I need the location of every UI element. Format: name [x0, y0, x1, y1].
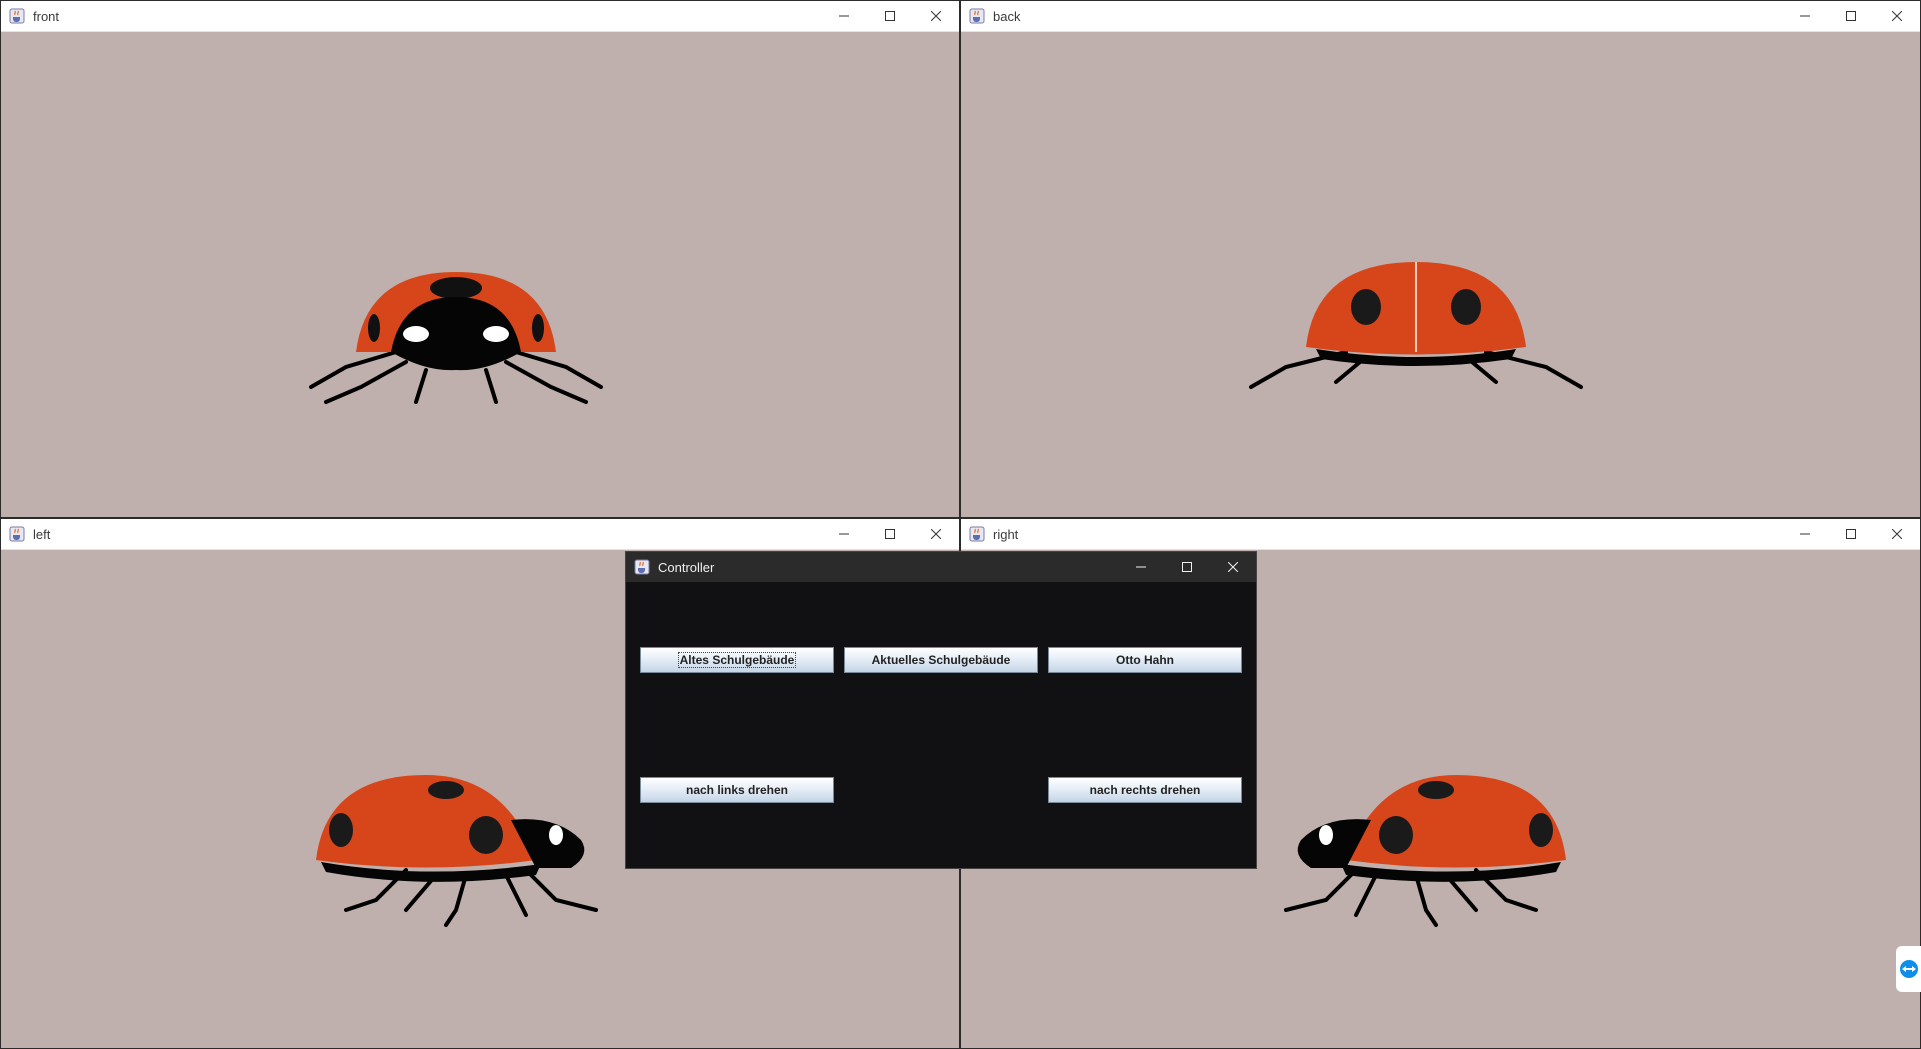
- maximize-icon[interactable]: [1164, 552, 1210, 582]
- close-icon[interactable]: [1210, 552, 1256, 582]
- java-cup-icon: [634, 559, 650, 575]
- rotate-left-button[interactable]: nach links drehen: [640, 777, 834, 803]
- close-icon[interactable]: [913, 1, 959, 31]
- minimize-icon[interactable]: [821, 519, 867, 549]
- close-icon[interactable]: [913, 519, 959, 549]
- 3d-viewport[interactable]: [1, 32, 959, 517]
- button-label: nach rechts drehen: [1089, 783, 1201, 797]
- maximize-icon[interactable]: [1828, 1, 1874, 31]
- button-label: Aktuelles Schulgebäude: [871, 653, 1011, 667]
- window-back: back: [960, 0, 1921, 518]
- window-title: front: [33, 8, 60, 24]
- window-title: back: [993, 8, 1021, 24]
- java-cup-icon: [9, 8, 25, 24]
- ladybug-right-view: [1284, 775, 1566, 927]
- ladybug-front-view: [309, 272, 603, 404]
- teamviewer-icon[interactable]: [1896, 946, 1921, 992]
- button-label: Otto Hahn: [1116, 653, 1174, 667]
- titlebar[interactable]: front: [1, 1, 959, 32]
- titlebar[interactable]: back: [961, 1, 1920, 32]
- maximize-icon[interactable]: [1828, 519, 1874, 549]
- rotate-right-button[interactable]: nach rechts drehen: [1048, 777, 1242, 803]
- controller-window: Controller Altes Schulgebäude Aktuelles …: [625, 551, 1257, 869]
- button-label: nach links drehen: [685, 783, 789, 797]
- window-title: left: [33, 526, 51, 542]
- java-cup-icon: [969, 526, 985, 542]
- minimize-icon[interactable]: [1782, 1, 1828, 31]
- close-icon[interactable]: [1874, 1, 1920, 31]
- aktuelles-schulgebaeude-button[interactable]: Aktuelles Schulgebäude: [844, 647, 1038, 673]
- titlebar[interactable]: left: [1, 519, 959, 550]
- ladybug-left-view: [316, 775, 598, 927]
- minimize-icon[interactable]: [1118, 552, 1164, 582]
- window-title: Controller: [658, 559, 715, 575]
- minimize-icon[interactable]: [1782, 519, 1828, 549]
- altes-schulgebaeude-button[interactable]: Altes Schulgebäude: [640, 647, 834, 673]
- ladybug-back-view: [1249, 262, 1583, 389]
- window-title: right: [993, 526, 1019, 542]
- java-cup-icon: [969, 8, 985, 24]
- otto-hahn-button[interactable]: Otto Hahn: [1048, 647, 1242, 673]
- maximize-icon[interactable]: [867, 1, 913, 31]
- maximize-icon[interactable]: [867, 519, 913, 549]
- 3d-viewport[interactable]: [961, 32, 1920, 517]
- button-label: Altes Schulgebäude: [677, 652, 797, 668]
- titlebar[interactable]: Controller: [626, 552, 1256, 582]
- titlebar[interactable]: right: [961, 519, 1920, 550]
- minimize-icon[interactable]: [821, 1, 867, 31]
- close-icon[interactable]: [1874, 519, 1920, 549]
- java-cup-icon: [9, 526, 25, 542]
- window-front: front: [0, 0, 960, 518]
